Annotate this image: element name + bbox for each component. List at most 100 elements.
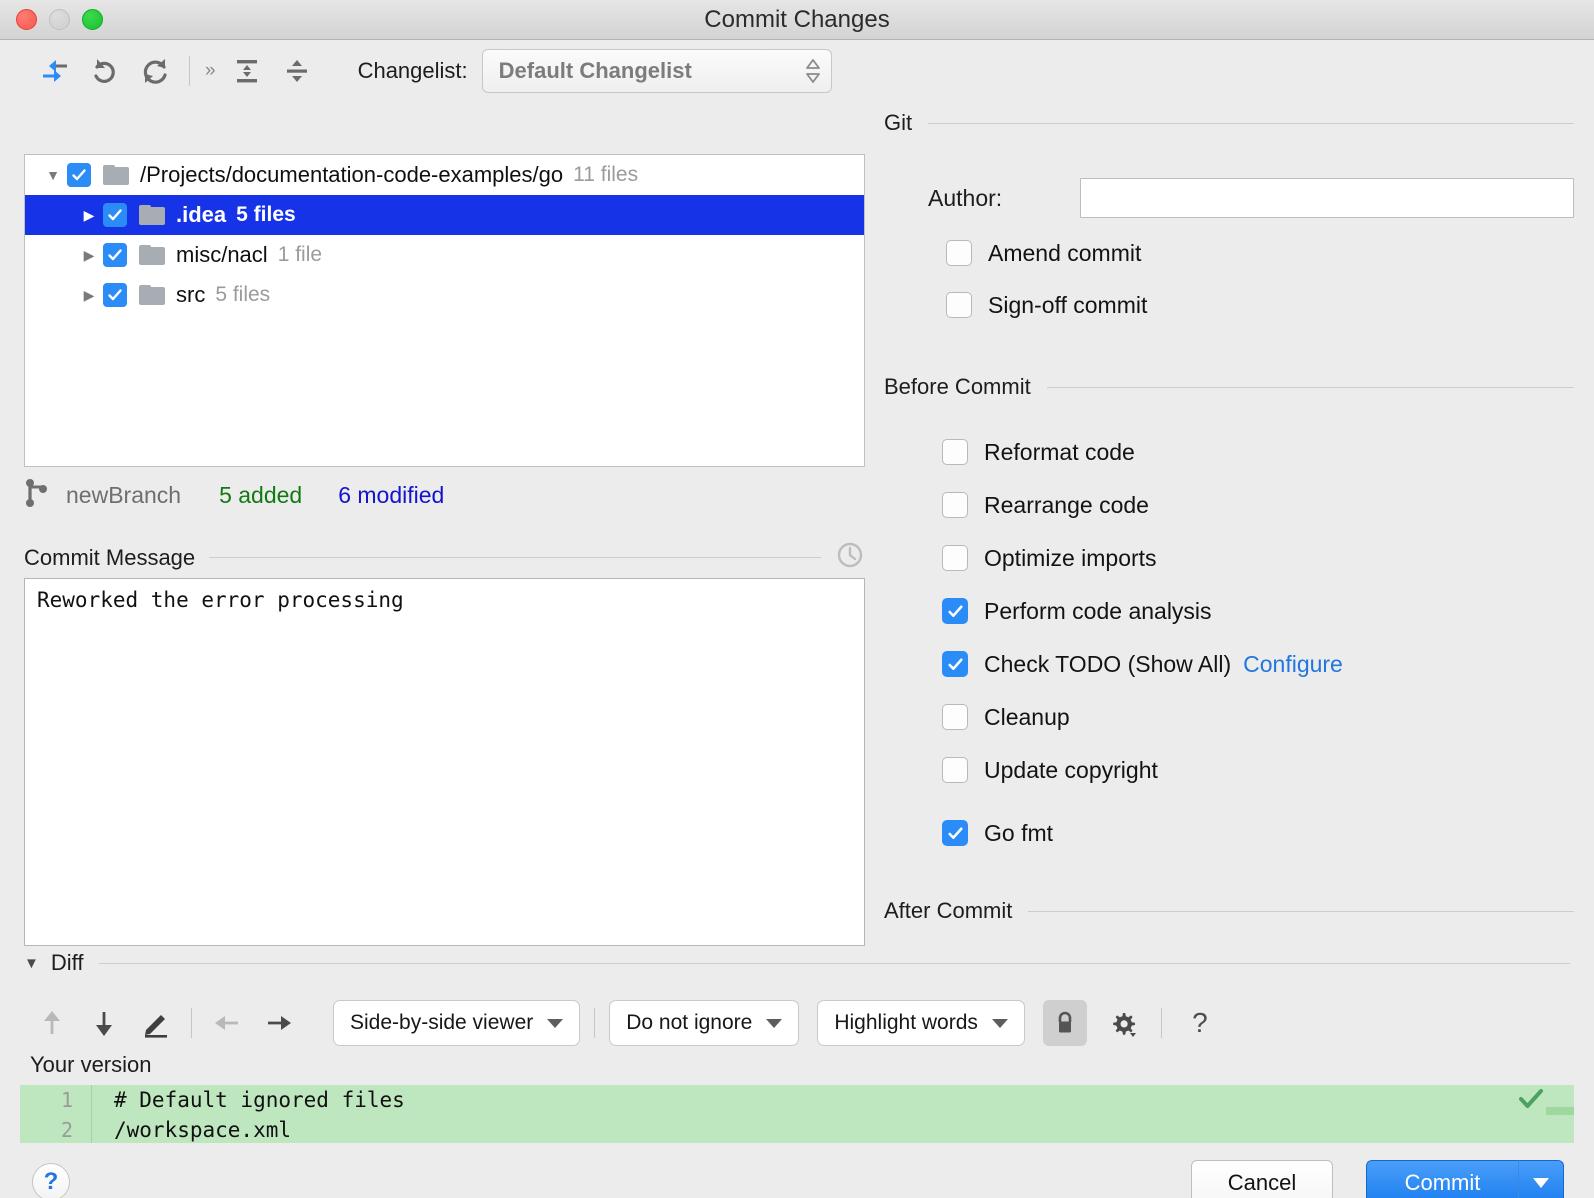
tree-row-checkbox[interactable] xyxy=(103,283,127,307)
update-copyright-checkbox-row[interactable]: Update copyright xyxy=(942,753,1158,787)
optimize-imports-checkbox[interactable] xyxy=(942,545,968,571)
diff-pane-title: Your version xyxy=(30,1052,152,1077)
after-commit-section-title: After Commit xyxy=(884,898,1013,923)
diff-section-title: Diff xyxy=(50,950,84,975)
diff-line-number: 2 xyxy=(20,1115,92,1143)
previous-difference-icon[interactable] xyxy=(26,1000,78,1046)
check-todo-checkbox-row[interactable]: Check TODO (Show All) Configure xyxy=(942,647,1343,681)
tree-row[interactable]: ▼ /Projects/documentation-code-examples/… xyxy=(25,155,864,195)
author-row: Author: xyxy=(928,178,1574,218)
ignore-mode-select[interactable]: Do not ignore xyxy=(609,1000,800,1046)
ignore-mode-value: Do not ignore xyxy=(626,1011,753,1034)
collapse-all-icon[interactable] xyxy=(272,50,322,92)
diff-scrollbar-marker xyxy=(1546,1107,1574,1115)
chevron-down-icon[interactable]: ▼ xyxy=(24,955,39,972)
optimize-imports-label: Optimize imports xyxy=(984,544,1157,571)
edit-source-icon[interactable] xyxy=(130,1000,182,1046)
optimize-imports-checkbox-row[interactable]: Optimize imports xyxy=(942,541,1157,575)
chevron-right-icon[interactable]: ▶ xyxy=(75,247,103,264)
revert-icon[interactable] xyxy=(80,50,130,92)
tree-row-checkbox[interactable] xyxy=(67,163,91,187)
chevron-down-icon[interactable]: ▼ xyxy=(39,167,67,183)
amend-commit-checkbox-row[interactable]: Amend commit xyxy=(946,236,1141,270)
diff-line-number: 1 xyxy=(20,1085,92,1115)
perform-code-analysis-checkbox[interactable] xyxy=(942,598,968,624)
window-title: Commit Changes xyxy=(704,5,890,33)
clock-icon[interactable] xyxy=(835,540,865,575)
tree-row-name: .idea xyxy=(176,202,227,227)
stepper-icon[interactable] xyxy=(805,56,821,86)
reformat-code-checkbox[interactable] xyxy=(942,439,968,465)
commit-options-dropdown-button[interactable] xyxy=(1518,1160,1564,1198)
tree-row-count: 1 file xyxy=(277,243,323,266)
chevron-down-icon xyxy=(766,1018,783,1028)
folder-icon xyxy=(139,285,165,305)
tree-row[interactable]: ▶ .idea 5 files xyxy=(25,195,864,235)
configure-todo-link[interactable]: Configure xyxy=(1243,651,1343,678)
tree-row-checkbox[interactable] xyxy=(103,203,127,227)
amend-commit-checkbox[interactable] xyxy=(946,240,972,266)
check-todo-checkbox[interactable] xyxy=(942,651,968,677)
highlight-mode-select[interactable]: Highlight words xyxy=(817,1000,1025,1046)
perform-code-analysis-checkbox-row[interactable]: Perform code analysis xyxy=(942,594,1212,628)
window-titlebar: Commit Changes xyxy=(0,0,1594,40)
changelist-select[interactable]: Default Changelist xyxy=(481,49,832,93)
amend-commit-label: Amend commit xyxy=(988,239,1142,266)
signoff-commit-checkbox-row[interactable]: Sign-off commit xyxy=(946,288,1147,322)
move-to-changelist-icon[interactable] xyxy=(30,50,80,92)
modified-count: 6 modified xyxy=(338,481,445,508)
before-commit-section-title: Before Commit xyxy=(884,374,1031,399)
cancel-button[interactable]: Cancel xyxy=(1191,1160,1333,1198)
cleanup-label: Cleanup xyxy=(984,703,1070,730)
cleanup-checkbox[interactable] xyxy=(942,704,968,730)
go-fmt-checkbox[interactable] xyxy=(942,820,968,846)
dialog-footer xyxy=(0,1145,1594,1198)
tree-row[interactable]: ▶ src 5 files xyxy=(25,275,864,315)
chevron-right-icon[interactable]: ▶ xyxy=(75,287,103,304)
commit-button-group: Commit xyxy=(1366,1160,1564,1198)
commit-message-input[interactable]: Reworked the error processing xyxy=(24,578,865,946)
dialog-body: » Changelist: Default Changelist ▼ /Proj… xyxy=(0,40,1594,1198)
accept-right-icon[interactable] xyxy=(253,1000,305,1046)
tree-row-checkbox[interactable] xyxy=(103,243,127,267)
branch-status-bar: newBranch 5 added 6 modified xyxy=(24,474,444,516)
accept-change-icon[interactable] xyxy=(1518,1087,1544,1116)
rearrange-code-checkbox[interactable] xyxy=(942,492,968,518)
folder-icon xyxy=(103,165,129,185)
question-icon[interactable]: ? xyxy=(1174,1000,1226,1046)
go-fmt-checkbox-row[interactable]: Go fmt xyxy=(942,816,1053,850)
reformat-code-checkbox-row[interactable]: Reformat code xyxy=(942,435,1135,469)
cleanup-checkbox-row[interactable]: Cleanup xyxy=(942,700,1070,734)
viewer-mode-select[interactable]: Side-by-side viewer xyxy=(333,1000,581,1046)
update-copyright-checkbox[interactable] xyxy=(942,757,968,783)
lock-icon[interactable] xyxy=(1042,1000,1087,1046)
changelist-label: Changelist: xyxy=(357,58,468,83)
gear-icon[interactable] xyxy=(1097,1000,1149,1046)
more-chevrons-icon[interactable]: » xyxy=(199,60,222,82)
commit-message-text: Reworked the error processing xyxy=(37,588,404,612)
help-button[interactable]: ? xyxy=(32,1163,70,1198)
author-input[interactable] xyxy=(1080,178,1574,218)
chevron-right-icon[interactable]: ▶ xyxy=(75,207,103,224)
reformat-code-label: Reformat code xyxy=(984,438,1135,465)
signoff-commit-label: Sign-off commit xyxy=(988,291,1148,318)
tree-row-name: /Projects/documentation-code-examples/go xyxy=(140,162,564,187)
refresh-icon[interactable] xyxy=(130,50,180,92)
changed-files-tree[interactable]: ▼ /Projects/documentation-code-examples/… xyxy=(24,154,865,467)
diff-viewer[interactable]: 1 # Default ignored files 2 /workspace.x… xyxy=(20,1085,1574,1143)
toolbar-separator xyxy=(191,1008,192,1038)
signoff-commit-checkbox[interactable] xyxy=(946,292,972,318)
tree-row[interactable]: ▶ misc/nacl 1 file xyxy=(25,235,864,275)
diff-section-header[interactable]: ▼ Diff xyxy=(24,950,1570,976)
diff-toolbar: Side-by-side viewer Do not ignore Highli… xyxy=(26,995,1226,1051)
commit-button[interactable]: Commit xyxy=(1366,1160,1518,1198)
accept-left-icon[interactable] xyxy=(201,1000,253,1046)
tree-row-count: 5 files xyxy=(236,203,296,226)
tree-row-count: 11 files xyxy=(573,163,639,186)
diff-help-glyph: ? xyxy=(1192,1007,1208,1038)
next-difference-icon[interactable] xyxy=(78,1000,130,1046)
rearrange-code-checkbox-row[interactable]: Rearrange code xyxy=(942,488,1149,522)
folder-icon xyxy=(139,245,165,265)
expand-all-icon[interactable] xyxy=(222,50,272,92)
diff-line: 2 /workspace.xml xyxy=(20,1115,1574,1143)
